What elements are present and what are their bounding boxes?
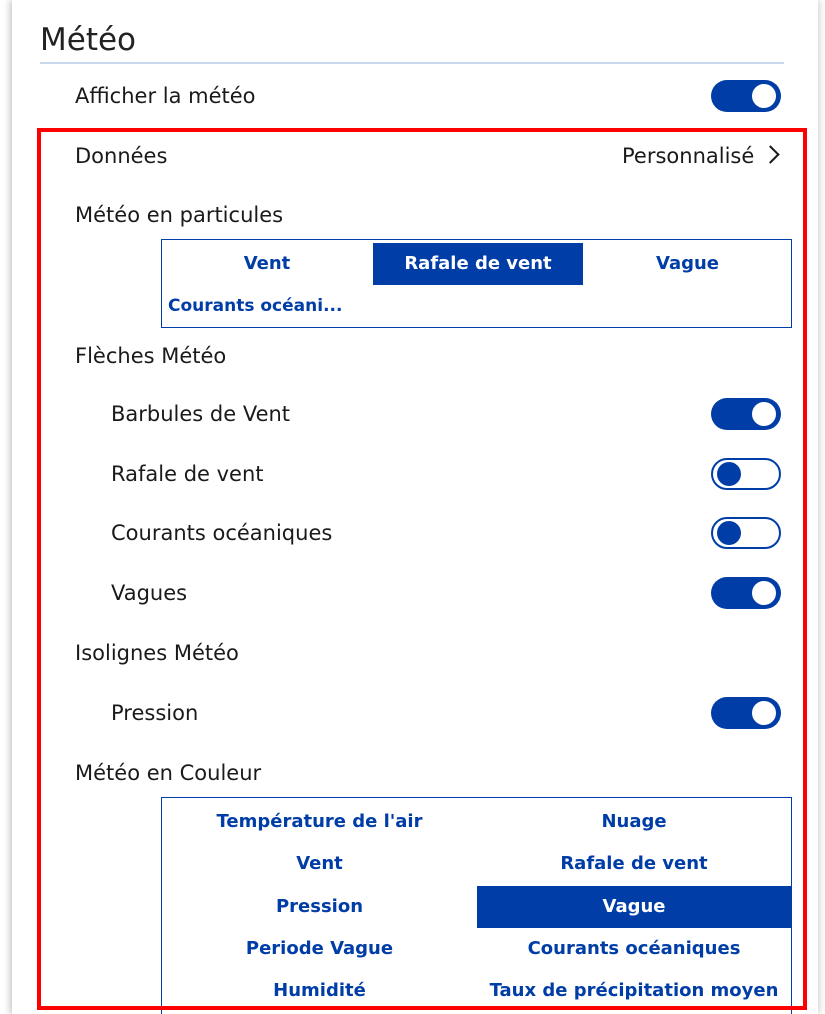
arrow-gust-toggle[interactable] bbox=[711, 458, 781, 490]
isoline-pressure-toggle[interactable] bbox=[711, 697, 781, 729]
color-option-pressure[interactable]: Pression bbox=[162, 886, 477, 928]
toggle-knob bbox=[752, 402, 776, 426]
chevron-right-icon bbox=[761, 145, 780, 164]
color-weather-chooser: Température de l'air Nuage Vent Rafale d… bbox=[161, 797, 792, 1014]
arrow-barbs-toggle[interactable] bbox=[711, 398, 781, 430]
arrow-currents-toggle[interactable] bbox=[711, 517, 781, 549]
color-option-wind[interactable]: Vent bbox=[162, 843, 477, 885]
color-option-cloud[interactable]: Nuage bbox=[477, 801, 791, 843]
particles-chooser: Vent Rafale de vent Vague Courants océan… bbox=[161, 239, 792, 328]
toggle-knob bbox=[717, 462, 741, 486]
data-source-value: Personnalisé bbox=[622, 144, 755, 168]
particle-option-rafale[interactable]: Rafale de vent bbox=[373, 243, 583, 285]
color-option-wave[interactable]: Vague bbox=[477, 886, 791, 928]
color-option-gust[interactable]: Rafale de vent bbox=[477, 843, 791, 885]
page-title: Météo bbox=[40, 22, 137, 58]
data-source-selector[interactable]: Personnalisé bbox=[622, 142, 780, 170]
color-option-precipitation[interactable]: Taux de précipitation moyen bbox=[477, 970, 791, 1012]
arrow-gust-label: Rafale de vent bbox=[111, 462, 264, 486]
arrow-waves-toggle[interactable] bbox=[711, 577, 781, 609]
toggle-knob bbox=[752, 701, 776, 725]
particle-option-vent[interactable]: Vent bbox=[162, 243, 372, 285]
particles-label: Météo en particules bbox=[75, 203, 284, 227]
arrow-waves-label: Vagues bbox=[111, 581, 188, 605]
arrow-currents-label: Courants océaniques bbox=[111, 521, 333, 545]
color-option-humidity[interactable]: Humidité bbox=[162, 970, 477, 1012]
arrows-label: Flèches Météo bbox=[75, 344, 227, 368]
toggle-knob bbox=[752, 581, 776, 605]
color-weather-label: Météo en Couleur bbox=[75, 761, 262, 785]
particle-option-courants[interactable]: Courants océani... bbox=[168, 285, 342, 327]
isolines-label: Isolignes Météo bbox=[75, 641, 239, 665]
isoline-pressure-label: Pression bbox=[111, 701, 199, 725]
data-label: Données bbox=[75, 144, 168, 168]
title-divider bbox=[40, 62, 784, 64]
show-weather-label: Afficher la météo bbox=[75, 84, 256, 108]
show-weather-toggle[interactable] bbox=[711, 80, 781, 112]
color-option-currents[interactable]: Courants océaniques bbox=[477, 928, 791, 970]
particle-option-vague[interactable]: Vague bbox=[583, 243, 792, 285]
toggle-knob bbox=[752, 84, 776, 108]
toggle-knob bbox=[717, 521, 741, 545]
color-option-air-temp[interactable]: Température de l'air bbox=[162, 801, 477, 843]
color-option-wave-period[interactable]: Periode Vague bbox=[162, 928, 477, 970]
arrow-barbs-label: Barbules de Vent bbox=[111, 402, 291, 426]
